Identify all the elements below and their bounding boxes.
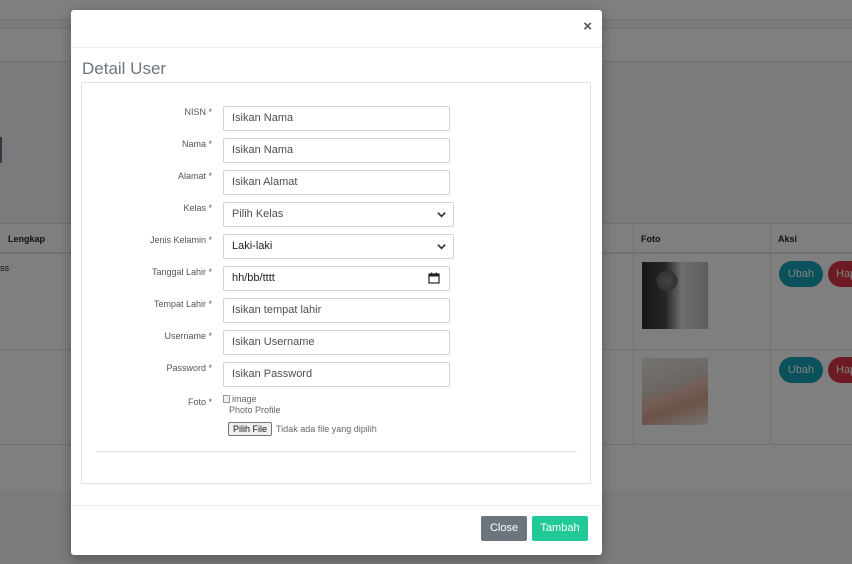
jenis-kelamin-label: Jenis Kelamin * [149,235,212,245]
form-row-jenis-kelamin: Jenis Kelamin * Laki-laki [82,234,592,260]
tanggal-lahir-value: hh/bb/tttt [232,272,275,284]
nama-input[interactable]: Isikan Nama [223,138,450,163]
tempat-lahir-input[interactable]: Isikan tempat lahir [223,298,450,323]
form-row-foto: Foto * [82,396,592,422]
jenis-kelamin-select-value: Laki-laki [232,240,273,252]
calendar-icon[interactable] [428,272,440,284]
foto-preview: image Photo Profile [223,394,281,415]
alamat-input[interactable]: Isikan Alamat [223,170,450,195]
alamat-label: Alamat * [177,171,212,181]
kelas-select[interactable]: Pilih Kelas [223,202,454,227]
photo-profile-caption: Photo Profile [229,405,281,415]
profile-image-alt: image [232,394,257,404]
tempat-lahir-label: Tempat Lahir * [153,299,212,309]
kelas-label: Kelas * [183,203,212,213]
password-input[interactable]: Isikan Password [223,362,450,387]
tanggal-lahir-label: Tanggal Lahir * [151,267,212,277]
username-input[interactable]: Isikan Username [223,330,450,355]
form-row-username: Username * Isikan Username [82,330,592,356]
form-divider [96,451,577,452]
nisn-input[interactable]: Isikan Nama [223,106,450,131]
foto-file-input[interactable]: Pilih File Tidak ada file yang dipilih [228,422,377,436]
kelas-select-value: Pilih Kelas [232,208,284,220]
jenis-kelamin-select[interactable]: Laki-laki [223,234,454,259]
tanggal-lahir-input[interactable]: hh/bb/tttt [223,266,450,291]
form-row-kelas: Kelas * Pilih Kelas [82,202,592,228]
form-row-tempat-lahir: Tempat Lahir * Isikan tempat lahir [82,298,592,324]
chevron-down-icon [437,244,446,250]
username-label: Username * [164,331,212,341]
form-row-nisn: NISN * Isikan Nama [82,106,592,132]
form-row-password: Password * Isikan Password [82,362,592,388]
broken-image-icon [223,395,230,403]
user-form: NISN * Isikan Nama Nama * Isikan Nama Al… [81,82,591,484]
choose-file-button[interactable]: Pilih File [228,422,273,436]
chevron-down-icon [437,212,446,218]
close-button[interactable]: Close [481,516,527,541]
password-label: Password * [166,363,212,373]
modal-title: Detail User [82,59,167,78]
form-row-tanggal-lahir: Tanggal Lahir * hh/bb/tttt [82,266,592,292]
modal-footer: Close Tambah [71,505,602,555]
foto-label: Foto * [187,397,212,407]
profile-image: image [223,394,281,404]
modal-header: × [71,10,602,48]
tambah-button[interactable]: Tambah [532,516,588,541]
form-row-alamat: Alamat * Isikan Alamat [82,170,592,196]
form-row-nama: Nama * Isikan Nama [82,138,592,164]
nisn-label: NISN * [184,107,212,117]
close-icon[interactable]: × [583,19,592,35]
nama-label: Nama * [181,139,212,149]
file-status-text: Tidak ada file yang dipilih [276,424,377,434]
detail-user-modal: × Detail User NISN * Isikan Nama Nama * … [71,10,602,555]
